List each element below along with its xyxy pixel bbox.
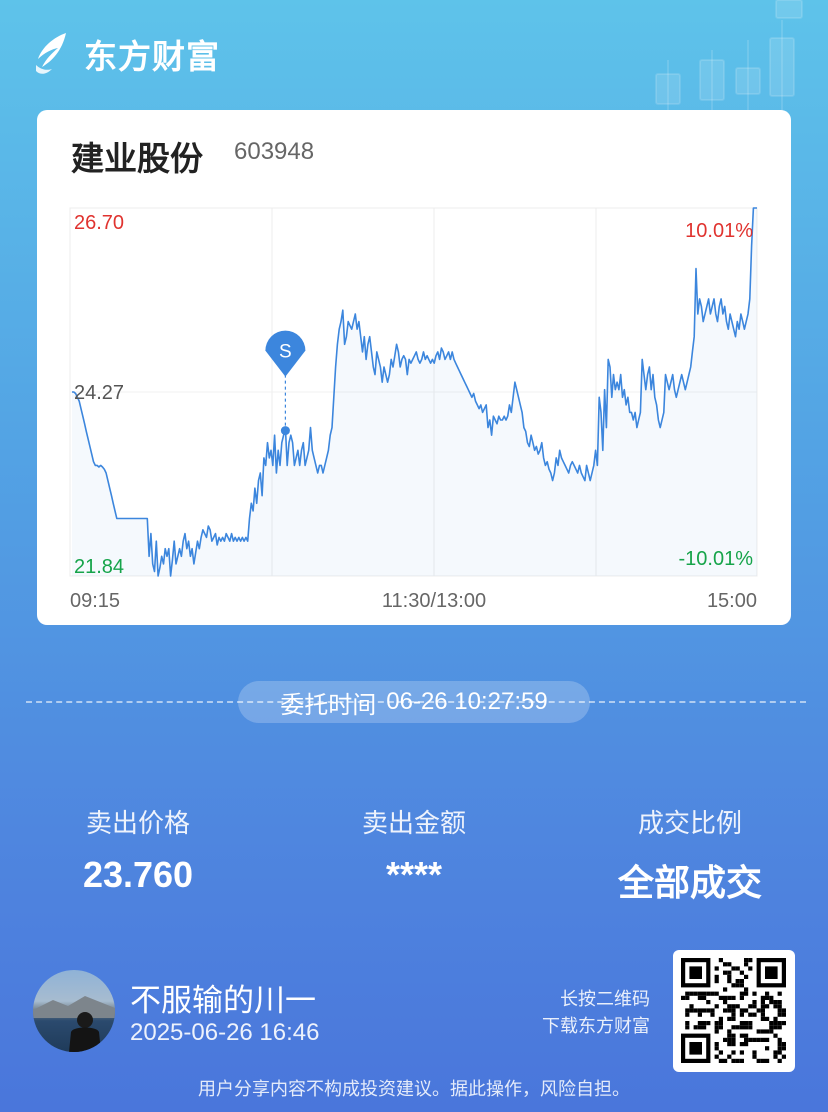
intraday-chart: S 26.70 24.27 21.84 10.01% -10.01% 09:15… (69, 207, 758, 612)
share-time: 2025-06-26 16:46 (130, 1019, 320, 1046)
brand-logo: 东方财富 (32, 30, 220, 78)
qr-hint-line2: 下载东方财富 (542, 1016, 650, 1036)
order-time-pill: 委托时间 06-26 10:27:59 (238, 681, 590, 723)
stat-label: 成交比例 (637, 808, 742, 838)
qr-hint-line1: 长按二维码 (560, 989, 650, 1009)
y-label-mid: 24.27 (74, 382, 124, 404)
qr-code[interactable] (673, 950, 795, 1072)
stat-value: 全部成交 (617, 862, 762, 903)
user-avatar[interactable] (33, 970, 115, 1052)
stat-fill-ratio: 成交比例 全部成交 (552, 803, 828, 906)
qr-code-icon (681, 958, 786, 1063)
sell-marker-dot (280, 426, 290, 436)
background-candles-decoration (655, 0, 803, 120)
avatar-person-icon (33, 996, 115, 1052)
user-name: 不服输的川一 (130, 983, 316, 1018)
footer-disclaimer: 用户分享内容不构成投资建议。据此操作，风险自担。 (198, 1079, 630, 1099)
brand-name: 东方财富 (84, 38, 220, 75)
sell-marker-label: S (279, 342, 292, 363)
logo-feather-icon (36, 33, 66, 74)
x-label-mid: 11:30/13:00 (382, 590, 486, 612)
stat-label: 卖出金额 (361, 808, 466, 838)
y-label-low: 21.84 (74, 556, 124, 578)
pct-label-high: 10.01% (685, 220, 753, 242)
stock-chart-card: 建业股份 603948 S 26.70 24.27 21.84 10.01% -… (37, 110, 791, 625)
x-label-start: 09:15 (70, 590, 120, 612)
order-time-value: 06-26 10:27:59 (386, 688, 548, 715)
stat-label: 卖出价格 (85, 808, 190, 838)
stat-sell-amount: 卖出金额 **** (276, 803, 552, 896)
y-label-high: 26.70 (74, 212, 124, 234)
order-time-label: 委托时间 (280, 691, 377, 719)
stat-sell-price: 卖出价格 23.760 (0, 803, 276, 896)
qr-hint: 长按二维码 下载东方财富 (542, 986, 650, 1040)
pct-label-low: -10.01% (679, 548, 754, 570)
stat-value: 23.760 (82, 854, 194, 895)
stat-value: **** (385, 854, 443, 895)
x-label-end: 15:00 (707, 590, 757, 612)
